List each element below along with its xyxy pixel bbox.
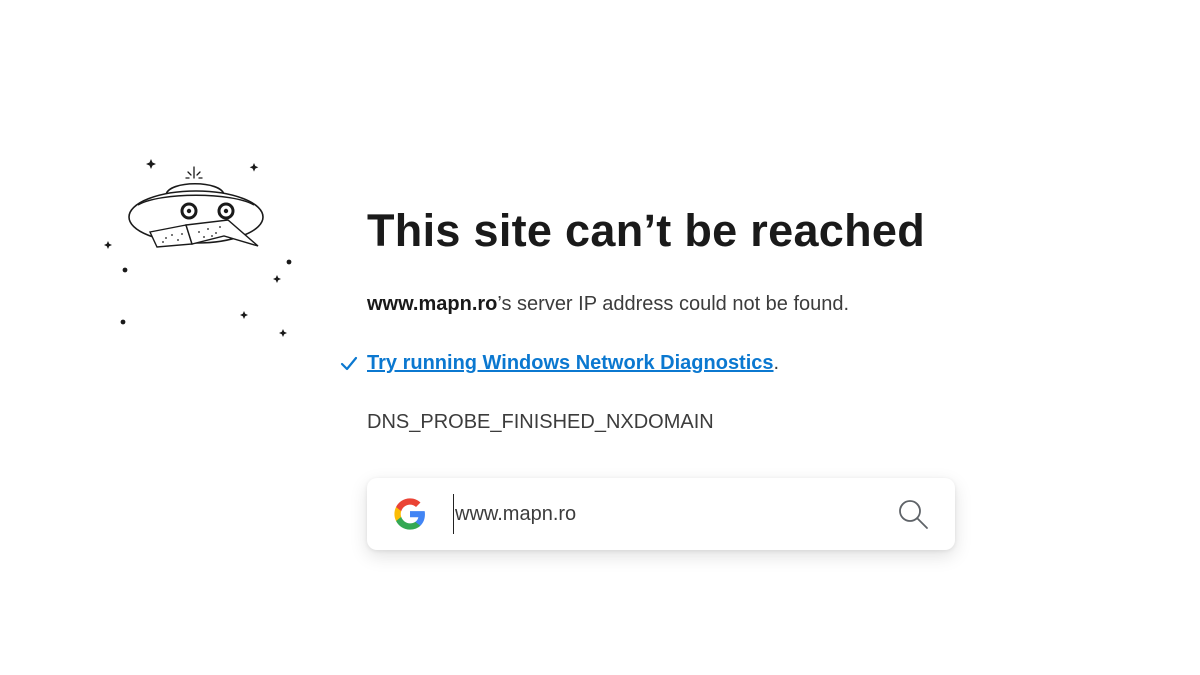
error-message: www.mapn.ro’s server IP address could no… xyxy=(367,290,987,318)
error-content: This site can’t be reached www.mapn.ro’s… xyxy=(340,200,987,436)
checkmark-icon xyxy=(340,356,358,371)
google-g-icon xyxy=(394,498,425,530)
suggestion-item: Try running Windows Network Diagnostics. xyxy=(340,349,987,377)
page-title: This site can’t be reached xyxy=(367,205,925,256)
search-button[interactable] xyxy=(893,494,933,534)
search-icon xyxy=(899,500,928,529)
network-diagnostics-link[interactable]: Try running Windows Network Diagnostics xyxy=(367,352,774,374)
error-page: This site can’t be reached www.mapn.ro’s… xyxy=(0,0,1200,675)
ufo-icon xyxy=(104,159,292,337)
error-code: DNS_PROBE_FINISHED_NXDOMAIN xyxy=(367,411,714,433)
search-input[interactable] xyxy=(453,494,883,534)
search-box xyxy=(367,478,955,550)
suggestion-suffix: . xyxy=(773,352,780,374)
error-message-text: ’s server IP address could not be found. xyxy=(497,293,850,315)
error-host: www.mapn.ro xyxy=(367,293,498,315)
